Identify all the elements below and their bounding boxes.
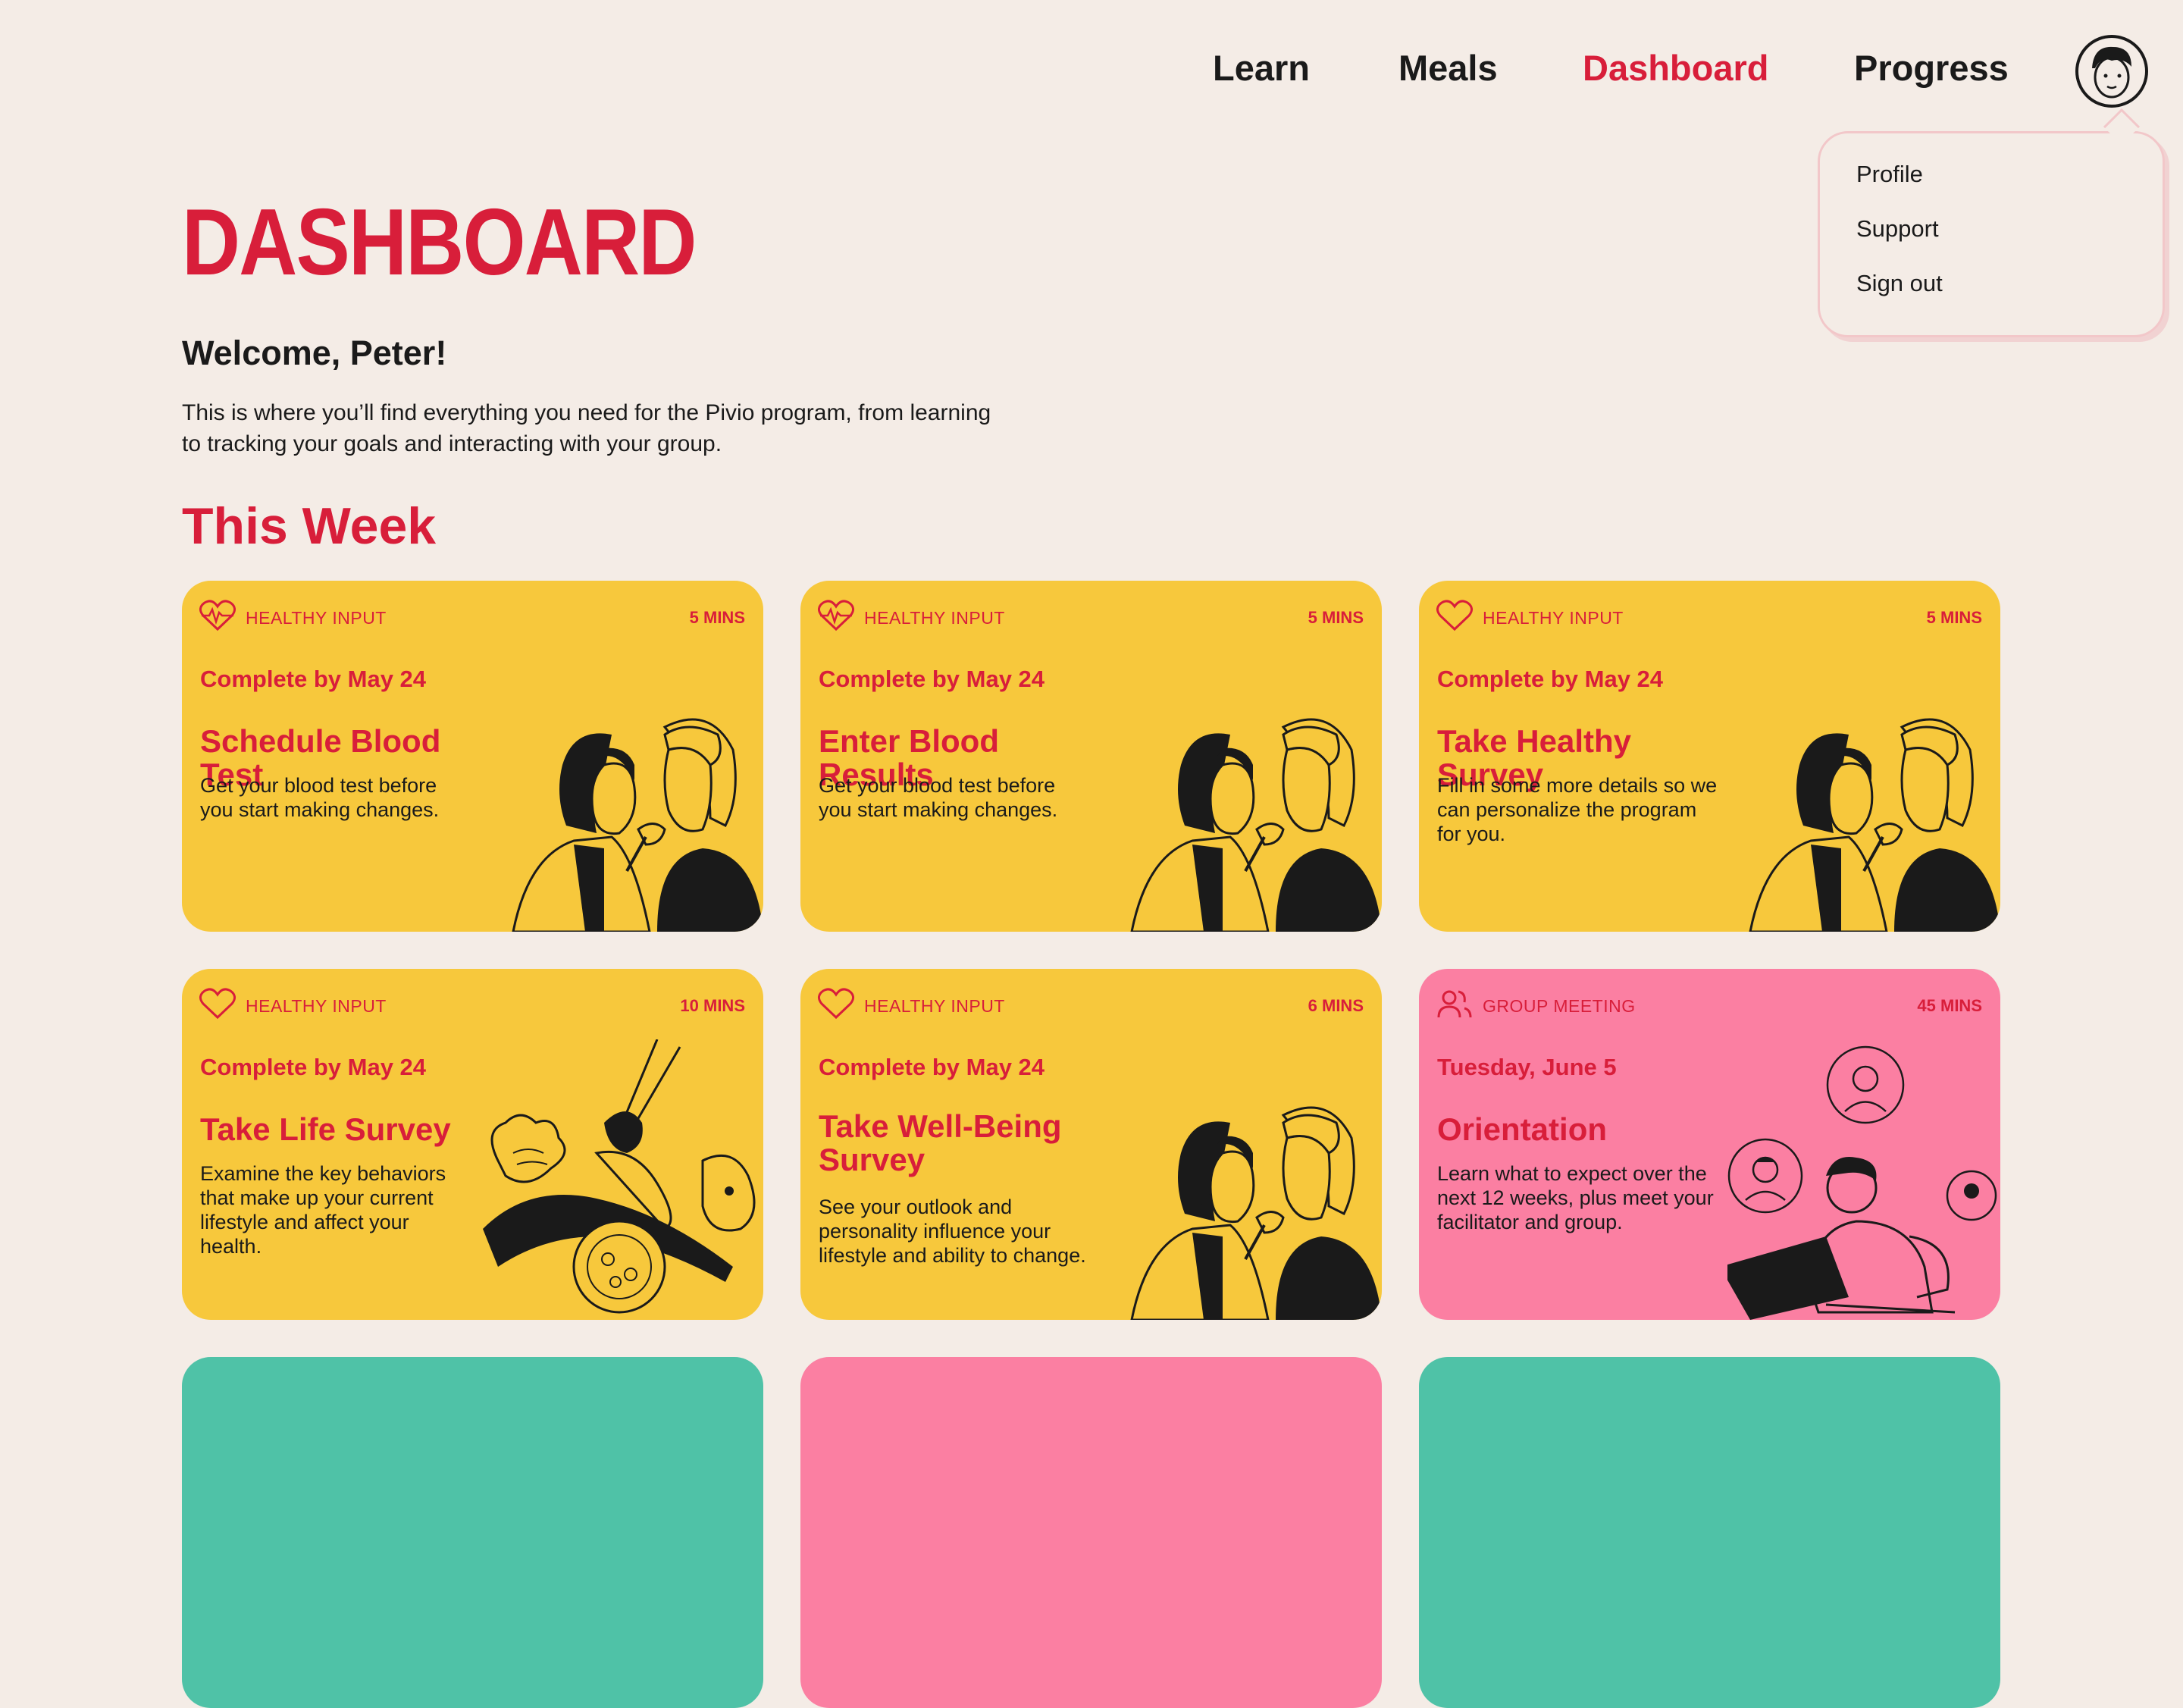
user-avatar-button[interactable] bbox=[2075, 35, 2148, 108]
desc-line: you start making changes. bbox=[200, 798, 440, 821]
card-title: Orientation bbox=[1437, 1111, 1608, 1147]
card-category: HEALTHY INPUT bbox=[246, 996, 387, 1016]
card-category: HEALTHY INPUT bbox=[1483, 608, 1624, 628]
card-due-date: Complete by May 24 bbox=[1437, 666, 1664, 692]
card-duration: 5 MINS bbox=[1308, 608, 1364, 627]
menu-item-sign-out[interactable]: Sign out bbox=[1856, 270, 1943, 297]
desc-line: that make up your current bbox=[200, 1186, 434, 1209]
desc-line: Learn what to expect over the bbox=[1437, 1162, 1707, 1185]
card-description: Get your blood test before you start mak… bbox=[819, 773, 1099, 822]
page-title: DASHBOARD bbox=[182, 190, 697, 295]
card-title: Take Well-Being Survey bbox=[819, 1110, 1122, 1177]
card-description: Examine the key behaviors that make up y… bbox=[200, 1161, 481, 1258]
group-icon bbox=[1437, 990, 1472, 1018]
task-card-take-well-being-survey[interactable]: HEALTHY INPUT 6 MINS Complete by May 24 … bbox=[800, 969, 1382, 1320]
desc-line: facilitator and group. bbox=[1437, 1211, 1623, 1233]
desc-line: lifestyle and affect your bbox=[200, 1211, 409, 1233]
doctor-patient-illustration bbox=[1749, 718, 2000, 932]
task-card-schedule-blood-test[interactable]: HEALTHY INPUT 5 MINS Complete by May 24 … bbox=[182, 581, 763, 932]
card-category: HEALTHY INPUT bbox=[864, 608, 1005, 628]
avatar-face-icon bbox=[2092, 46, 2131, 99]
task-card-partial[interactable] bbox=[800, 1357, 1382, 1708]
task-card-take-healthy-survey[interactable]: HEALTHY INPUT 5 MINS Complete by May 24 … bbox=[1419, 581, 2000, 932]
user-dropdown-menu: Profile Support Sign out bbox=[1818, 131, 2165, 337]
desc-line: can personalize the program bbox=[1437, 798, 1697, 821]
task-card-orientation[interactable]: GROUP MEETING 45 MINS Tuesday, June 5 Or… bbox=[1419, 969, 2000, 1320]
card-due-date: Complete by May 24 bbox=[200, 1054, 427, 1080]
card-duration: 6 MINS bbox=[1308, 996, 1364, 1015]
desc-line: for you. bbox=[1437, 823, 1506, 845]
desc-line: Fill in some more details so we bbox=[1437, 774, 1718, 797]
desc-line: Get your blood test before bbox=[819, 774, 1056, 797]
desc-line: personality influence your bbox=[819, 1220, 1051, 1243]
title-line: Take Well-Being bbox=[819, 1108, 1062, 1144]
card-category: HEALTHY INPUT bbox=[864, 996, 1005, 1016]
card-duration: 45 MINS bbox=[1917, 996, 1982, 1015]
card-description: See your outlook and personality influen… bbox=[819, 1195, 1122, 1268]
desc-line: See your outlook and bbox=[819, 1196, 1013, 1218]
task-card-enter-blood-results[interactable]: HEALTHY INPUT 5 MINS Complete by May 24 … bbox=[800, 581, 1382, 932]
desc-line: Get your blood test before bbox=[200, 774, 437, 797]
desc-line: Examine the key behaviors bbox=[200, 1162, 446, 1185]
heart-icon bbox=[818, 988, 854, 1020]
card-title: Take Life Survey bbox=[200, 1111, 451, 1147]
card-duration: 10 MINS bbox=[680, 996, 745, 1015]
card-duration: 5 MINS bbox=[1926, 608, 1982, 627]
desc-line: next 12 weeks, plus meet your bbox=[1437, 1186, 1714, 1209]
task-card-partial[interactable] bbox=[182, 1357, 763, 1708]
intro-text: This is where you’ll find everything you… bbox=[182, 397, 1129, 459]
doctor-patient-illustration bbox=[512, 718, 763, 932]
task-card-take-life-survey[interactable]: HEALTHY INPUT 10 MINS Complete by May 24… bbox=[182, 969, 763, 1320]
video-meeting-illustration bbox=[1727, 1045, 1997, 1320]
heart-pulse-icon bbox=[199, 600, 236, 631]
task-card-partial[interactable] bbox=[1419, 1357, 2000, 1708]
card-due-date: Complete by May 24 bbox=[200, 666, 427, 692]
intro-line: This is where you’ll find everything you… bbox=[182, 400, 991, 425]
nav-progress[interactable]: Progress bbox=[1854, 47, 2009, 89]
desc-line: health. bbox=[200, 1235, 262, 1258]
card-category: HEALTHY INPUT bbox=[246, 608, 387, 628]
card-description: Learn what to expect over the next 12 we… bbox=[1437, 1161, 1748, 1234]
nav-learn[interactable]: Learn bbox=[1213, 47, 1310, 89]
yoga-vegetables-illustration bbox=[483, 1039, 756, 1314]
doctor-patient-illustration bbox=[1130, 1106, 1382, 1320]
card-due-date: Tuesday, June 5 bbox=[1437, 1054, 1617, 1080]
intro-line: to tracking your goals and interacting w… bbox=[182, 431, 722, 456]
top-nav: Learn Meals Dashboard Progress bbox=[0, 47, 2183, 100]
nav-dashboard[interactable]: Dashboard bbox=[1583, 47, 1769, 89]
welcome-heading: Welcome, Peter! bbox=[182, 334, 447, 372]
menu-item-support[interactable]: Support bbox=[1856, 215, 1939, 243]
desc-line: lifestyle and ability to change. bbox=[819, 1244, 1086, 1267]
nav-meals[interactable]: Meals bbox=[1398, 47, 1498, 89]
card-due-date: Complete by May 24 bbox=[819, 1054, 1045, 1080]
card-category: GROUP MEETING bbox=[1483, 996, 1636, 1016]
card-description: Fill in some more details so we can pers… bbox=[1437, 773, 1740, 846]
card-due-date: Complete by May 24 bbox=[819, 666, 1045, 692]
title-line: Survey bbox=[819, 1142, 926, 1177]
section-title-this-week: This Week bbox=[182, 497, 437, 555]
doctor-patient-illustration bbox=[1130, 718, 1382, 932]
heart-icon bbox=[199, 988, 236, 1020]
desc-line: you start making changes. bbox=[819, 798, 1058, 821]
card-duration: 5 MINS bbox=[689, 608, 745, 627]
card-description: Get your blood test before you start mak… bbox=[200, 773, 481, 822]
heart-pulse-icon bbox=[818, 600, 854, 631]
menu-item-profile[interactable]: Profile bbox=[1856, 161, 1923, 188]
heart-icon bbox=[1436, 600, 1473, 631]
